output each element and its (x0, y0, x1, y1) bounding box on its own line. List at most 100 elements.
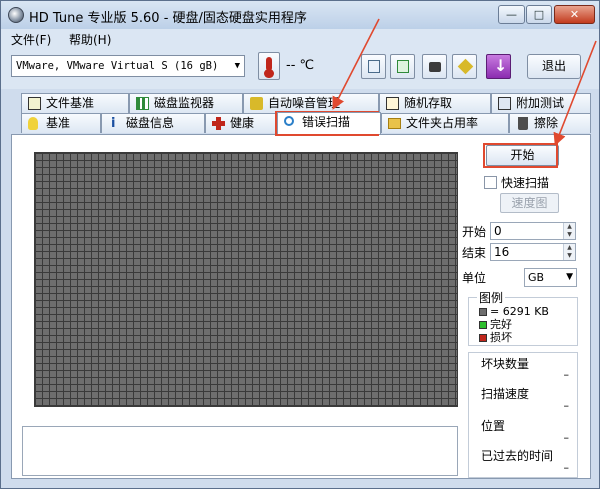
legend-block-size: = 6291 KB (479, 306, 549, 318)
tag-icon (457, 58, 474, 75)
bad-blocks-value: – (563, 368, 570, 381)
toolbar: VMware, VMware Virtual S (16 gB) ▼ -- ℃ … (1, 49, 599, 89)
tab-label: 健康 (230, 116, 255, 130)
tab-error-scan[interactable]: 错误扫描 (277, 112, 381, 134)
bar-chart-icon (136, 97, 149, 110)
legend-title: 图例 (477, 289, 506, 306)
copy-info-button[interactable] (390, 54, 415, 79)
health-cross-icon (212, 117, 225, 130)
scan-speed-label: 扫描速度 (481, 387, 530, 401)
tab-disk-info[interactable]: i 磁盘信息 (101, 113, 205, 133)
tab-random-access[interactable]: 随机存取 (379, 93, 491, 113)
spin-arrows-icon[interactable]: ▲ ▼ (563, 223, 575, 239)
spin-arrows-icon[interactable]: ▲ ▼ (563, 244, 575, 260)
app-window: HD Tune 专业版 5.60 - 硬盘/固态硬盘实用程序 — □ ✕ 文件(… (0, 0, 600, 489)
red-swatch-icon (479, 334, 487, 342)
scan-stats-group: 坏块数量 – 扫描速度 – 位置 – 已过去的时间 – (468, 352, 578, 478)
tab-extra-tests[interactable]: 附加测试 (491, 93, 591, 113)
dropdown-arrow-icon: ▼ (234, 61, 240, 71)
copy-info-icon (397, 60, 409, 73)
tab-row-upper: 文件基准 磁盘监视器 自动噪音管理 随机存取 附加测试 (11, 93, 591, 113)
speaker-icon (250, 97, 263, 110)
title-bar: HD Tune 专业版 5.60 - 硬盘/固态硬盘实用程序 — □ ✕ (1, 1, 599, 29)
error-scan-panel: 开始 快速扫描 速度图 开始 0 ▲ ▼ 结束 16 ▲ ▼ 单位 GB ▼ 图例 … (11, 134, 591, 479)
extra-tests-icon (498, 97, 511, 110)
copy-text-button[interactable] (361, 54, 386, 79)
tab-label: 基准 (46, 116, 71, 130)
elapsed-time-value: – (563, 461, 570, 474)
drive-select[interactable]: VMware, VMware Virtual S (16 gB) ▼ (11, 55, 245, 77)
lightbulb-icon (28, 117, 38, 130)
tab-label: 磁盘信息 (126, 116, 175, 130)
menu-help[interactable]: 帮助(H) (69, 31, 111, 48)
unit-select-value: GB (528, 271, 545, 284)
tab-folder-usage[interactable]: 文件夹占用率 (381, 113, 509, 133)
save-button[interactable]: ↓ (486, 54, 511, 79)
download-arrow-icon: ↓ (494, 56, 508, 75)
camera-icon (429, 62, 441, 72)
thermometer-bulb (264, 69, 274, 78)
dropdown-arrow-icon: ▼ (566, 272, 573, 282)
green-swatch-icon (479, 321, 487, 329)
tab-disk-monitor[interactable]: 磁盘监视器 (129, 93, 243, 113)
tab-label: 磁盘监视器 (154, 96, 215, 110)
thermometer-icon[interactable] (258, 52, 280, 80)
scan-log-box (22, 426, 458, 476)
maximize-button[interactable]: □ (526, 5, 552, 24)
tab-label: 文件基准 (46, 96, 95, 110)
folder-icon (388, 118, 401, 129)
magnifier-icon (284, 116, 294, 126)
legend-damaged: 损坏 (479, 332, 512, 344)
legend-ok: 完好 (479, 319, 512, 331)
unit-label: 单位 (462, 271, 487, 285)
quick-scan-checkbox[interactable] (484, 176, 497, 189)
tab-label: 附加测试 (516, 96, 565, 110)
tab-label: 擦除 (534, 116, 559, 130)
tab-health[interactable]: 健康 (205, 113, 277, 133)
bad-blocks-label: 坏块数量 (481, 357, 530, 371)
end-field-label: 结束 (462, 246, 487, 260)
quick-scan-label: 快速扫描 (501, 176, 550, 190)
start-field-value: 0 (494, 224, 502, 238)
elapsed-time-label: 已过去的时间 (481, 449, 554, 463)
exit-button[interactable]: 退出 (527, 54, 581, 79)
temperature-readout: -- ℃ (286, 58, 315, 73)
hd-tune-app-icon (8, 7, 24, 23)
scan-block-map (34, 152, 458, 407)
tab-erase[interactable]: 擦除 (509, 113, 591, 133)
tab-benchmark[interactable]: 基准 (21, 113, 101, 133)
screenshot-button[interactable] (422, 54, 447, 79)
trash-icon (518, 117, 528, 130)
tab-label: 自动噪音管理 (268, 96, 341, 110)
scan-speed-value: – (563, 399, 570, 412)
legend-group: 图例 = 6291 KB 完好 损坏 (468, 289, 578, 346)
end-field-value: 16 (494, 245, 510, 259)
menu-file[interactable]: 文件(F) (11, 31, 51, 48)
tab-label: 错误扫描 (302, 115, 351, 129)
tab-label: 随机存取 (404, 96, 453, 110)
position-label: 位置 (481, 419, 506, 433)
tab-label: 文件夹占用率 (406, 116, 479, 130)
tab-row-lower: 基准 i 磁盘信息 健康 错误扫描 文件夹占用率 擦除 (11, 112, 591, 134)
random-access-icon (386, 97, 399, 110)
speed-map-button[interactable]: 速度图 (500, 193, 559, 213)
info-icon: i (111, 116, 116, 131)
legend-damaged-text: 损坏 (490, 331, 512, 344)
start-field-label: 开始 (462, 225, 487, 239)
close-button[interactable]: ✕ (554, 5, 595, 24)
minimize-button[interactable]: — (498, 5, 525, 24)
start-field[interactable]: 0 ▲ ▼ (490, 222, 576, 240)
tab-file-benchmark[interactable]: 文件基准 (21, 93, 129, 113)
copy-icon (368, 60, 380, 73)
unit-select[interactable]: GB ▼ (524, 268, 577, 287)
options-button[interactable] (452, 54, 477, 79)
start-button-highlight (483, 143, 558, 168)
drive-select-value: VMware, VMware Virtual S (16 gB) (16, 60, 219, 72)
menu-bar: 文件(F) 帮助(H) (1, 29, 599, 49)
window-title: HD Tune 专业版 5.60 - 硬盘/固态硬盘实用程序 (29, 11, 307, 26)
end-field[interactable]: 16 ▲ ▼ (490, 243, 576, 261)
gray-swatch-icon (479, 308, 487, 316)
file-benchmark-icon (28, 97, 41, 110)
position-value: – (563, 431, 570, 444)
tab-aam[interactable]: 自动噪音管理 (243, 93, 379, 113)
